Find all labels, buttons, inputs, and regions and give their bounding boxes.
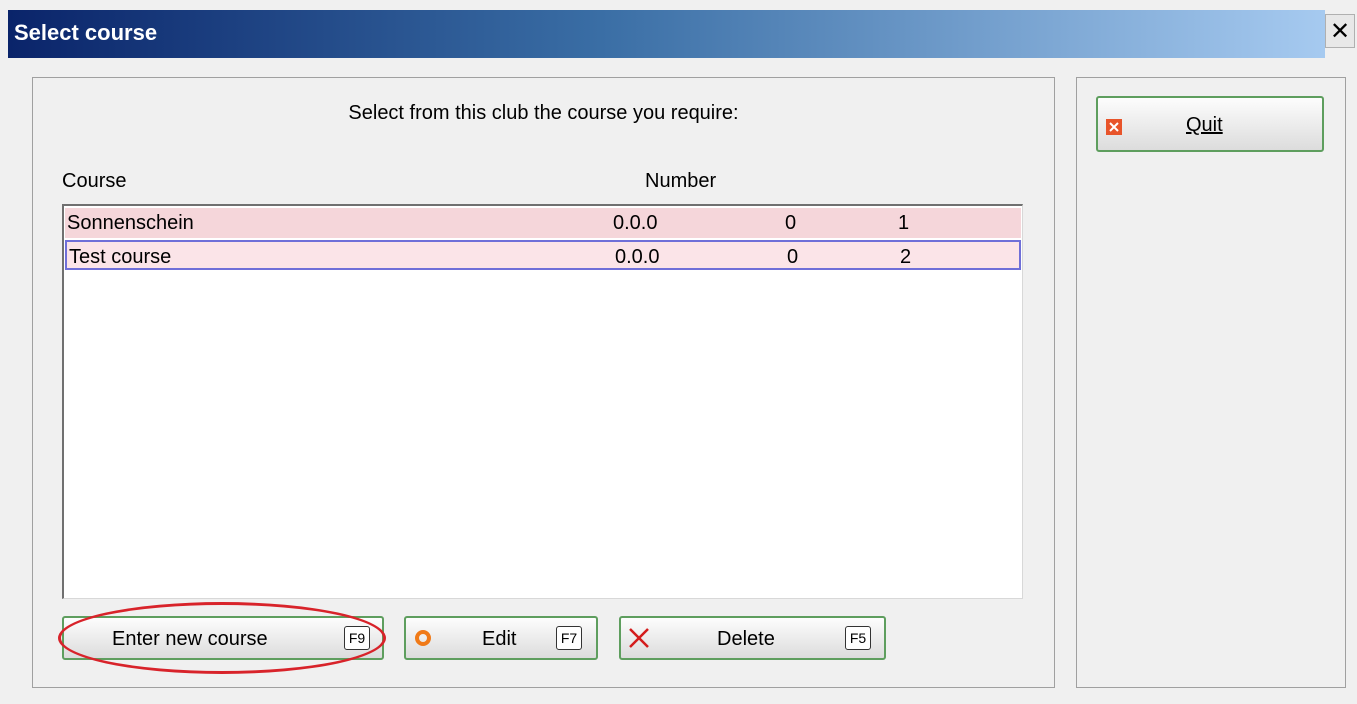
- course-value-a: 0: [785, 212, 797, 234]
- column-header-number: Number: [645, 170, 717, 192]
- delete-label: Delete: [717, 628, 775, 650]
- quit-label: Quit: [1186, 114, 1223, 136]
- enter-new-course-button[interactable]: Enter new course F9: [62, 616, 384, 660]
- edit-label: Edit: [482, 628, 517, 650]
- course-number: 0.0.0: [615, 246, 660, 268]
- title-bar: Select course ✕: [0, 0, 1357, 64]
- side-group-frame: [1076, 77, 1346, 688]
- close-button[interactable]: ✕: [1325, 14, 1355, 48]
- ring-icon: [414, 629, 432, 647]
- edit-button[interactable]: Edit F7: [404, 616, 598, 660]
- course-value-b: 2: [900, 246, 912, 268]
- course-name: Sonnenschein: [67, 212, 194, 234]
- f9-key-badge: F9: [344, 626, 370, 650]
- delete-button[interactable]: Delete F5: [619, 616, 886, 660]
- course-list[interactable]: Sonnenschein 0.0.0 0 1 Test course 0.0.0…: [62, 204, 1023, 599]
- f7-key-badge: F7: [556, 626, 582, 650]
- course-number: 0.0.0: [613, 212, 658, 234]
- course-value-b: 1: [898, 212, 910, 234]
- quit-icon: [1106, 118, 1122, 135]
- course-name: Test course: [69, 246, 172, 268]
- enter-new-course-label: Enter new course: [112, 628, 268, 650]
- close-icon: ✕: [1329, 17, 1351, 45]
- title-gradient: [8, 10, 1325, 58]
- prompt-text: Select from this club the course you req…: [348, 102, 739, 124]
- x-icon: [627, 626, 651, 650]
- f5-key-badge: F5: [845, 626, 871, 650]
- window-title: Select course: [14, 20, 158, 45]
- quit-button[interactable]: Quit: [1096, 96, 1324, 152]
- list-item[interactable]: Sonnenschein 0.0.0 0 1: [65, 208, 1021, 238]
- list-item-selected[interactable]: Test course 0.0.0 0 2: [65, 240, 1021, 270]
- column-header-course: Course: [62, 170, 127, 192]
- course-value-a: 0: [787, 246, 799, 268]
